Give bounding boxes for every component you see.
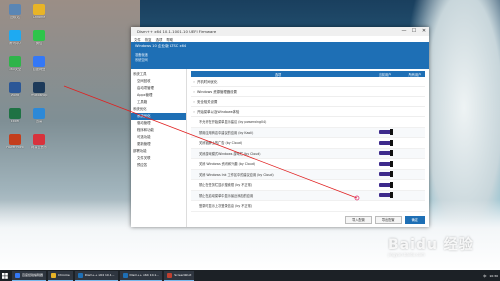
clock[interactable]: 10:30 <box>489 274 498 278</box>
task-label: Dism++ x64 10.1... <box>84 273 115 277</box>
task-app-icon <box>77 272 83 278</box>
taskbar-task[interactable]: 百度经验编辑器 <box>12 270 47 281</box>
windows-logo-icon <box>2 272 8 279</box>
task-app-icon <box>15 272 20 278</box>
start-button[interactable] <box>0 270 10 281</box>
task-label: Dism++ x64 10.1... <box>129 273 160 277</box>
task-label: ScreenShot <box>174 273 192 277</box>
task-app-icon <box>167 272 173 278</box>
task-label: 百度经验编辑器 <box>22 273 44 277</box>
taskbar-task[interactable]: Dism++ x64 10.1... <box>119 270 163 281</box>
task-label: Chrome <box>58 273 70 277</box>
input-lang[interactable]: 中 <box>483 274 486 278</box>
system-tray: 中 10:30 <box>483 270 498 281</box>
baidu-watermark: Baidu 经验 jingyan.baidu.com <box>388 234 474 257</box>
taskbar-task[interactable]: Chrome <box>48 270 73 281</box>
annotation-line <box>63 85 358 199</box>
taskbar-task[interactable]: ScreenShot <box>164 270 195 281</box>
watermark-text: Baidu 经验 <box>388 237 474 253</box>
taskbar: 百度经验编辑器 Chrome Dism++ x64 10.1... Dism++ x6… <box>0 270 500 281</box>
task-app-icon <box>122 272 128 278</box>
taskbar-task[interactable]: Dism++ x64 10.1... <box>74 270 118 281</box>
task-app-icon <box>51 272 57 278</box>
taskbar-tasks: 百度经验编辑器 Chrome Dism++ x64 10.1... Dism++ x6… <box>10 270 195 281</box>
